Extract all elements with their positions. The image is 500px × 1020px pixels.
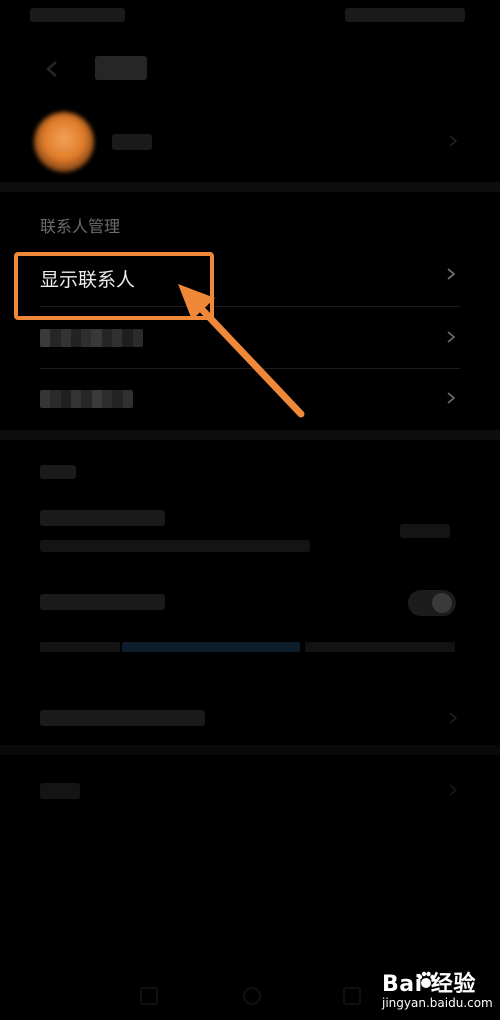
watermark-url: jingyan.baidu.com	[382, 996, 493, 1010]
arrow-annotation-icon	[178, 284, 305, 418]
watermark: Bai 经验 jingyan.baidu.com	[380, 966, 495, 1016]
paw-icon	[416, 970, 436, 990]
